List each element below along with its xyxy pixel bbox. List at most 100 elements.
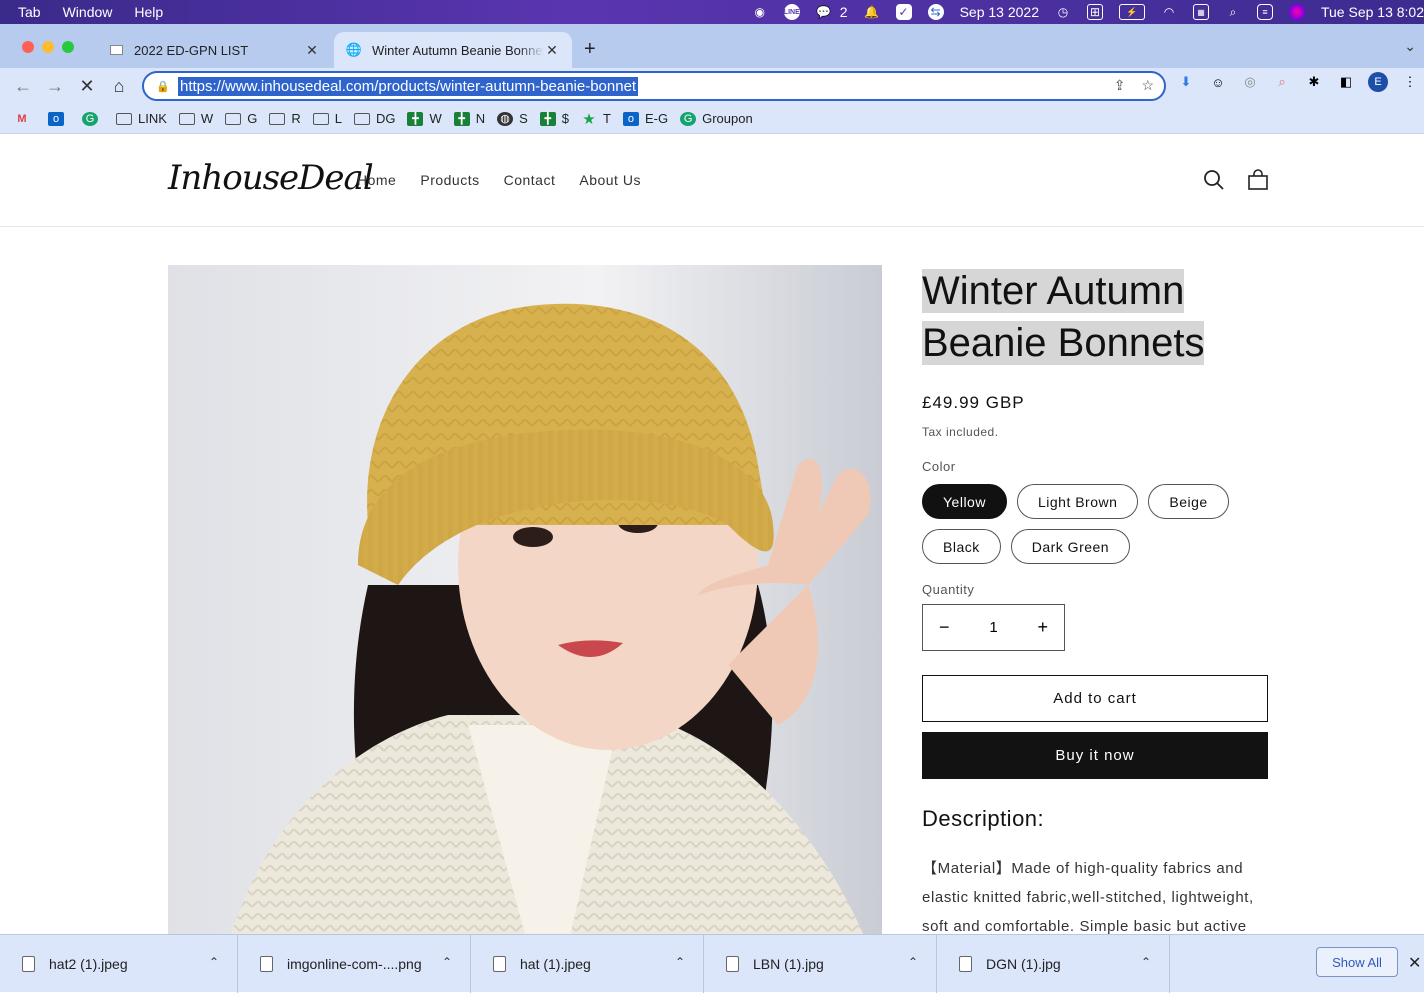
window-controls: [22, 41, 74, 53]
color-option-beige[interactable]: Beige: [1148, 484, 1229, 519]
lock-icon[interactable]: 🔒: [156, 80, 170, 93]
bookmark-s[interactable]: ◍ S: [497, 111, 528, 126]
nav-products[interactable]: Products: [420, 172, 479, 188]
spotlight-search-icon[interactable]: ⌕: [1225, 4, 1241, 20]
siri-icon[interactable]: [1288, 4, 1305, 20]
download-item[interactable]: LBN (1).jpg ⌃: [704, 935, 937, 993]
more-menu-icon[interactable]: ⋮: [1400, 72, 1420, 92]
show-all-button[interactable]: Show All: [1316, 947, 1398, 977]
color-option-yellow[interactable]: Yellow: [922, 484, 1007, 519]
close-icon[interactable]: ✕: [1408, 953, 1421, 973]
home-icon[interactable]: ⌂: [103, 70, 135, 102]
download-item[interactable]: hat2 (1).jpeg ⌃: [0, 935, 238, 993]
document-icon: [108, 42, 124, 58]
share-icon[interactable]: ⇪: [1114, 77, 1126, 94]
profile-avatar[interactable]: E: [1368, 72, 1388, 92]
control-center-icon[interactable]: ≡: [1256, 4, 1273, 20]
menu-help[interactable]: Help: [134, 4, 163, 20]
download-item[interactable]: DGN (1).jpg ⌃: [937, 935, 1170, 993]
wifi-icon[interactable]: ◠: [1161, 4, 1177, 20]
color-options: Yellow Light Brown Beige Black Dark Gree…: [922, 484, 1268, 564]
menu-tab[interactable]: Tab: [18, 4, 41, 20]
bookmark-sheet-dollar[interactable]: ╋ $: [539, 111, 569, 126]
bookmark-folder-link[interactable]: LINK: [116, 111, 167, 126]
quantity-input[interactable]: 1: [989, 619, 997, 636]
chevron-up-icon[interactable]: ⌃: [675, 955, 685, 969]
chevron-up-icon[interactable]: ⌃: [442, 955, 452, 969]
site-logo[interactable]: InhouseDeal: [168, 158, 374, 198]
tab-ed-gpn-list[interactable]: 2022 ED-GPN LIST ✕: [96, 32, 332, 68]
bookmark-star-icon[interactable]: ☆: [1141, 77, 1154, 94]
nav-about-us[interactable]: About Us: [579, 172, 641, 188]
new-tab-icon[interactable]: +: [584, 38, 596, 61]
wechat-icon[interactable]: 💬: [816, 4, 832, 20]
checkmark-app-icon[interactable]: ✓: [895, 4, 912, 20]
bookmark-e-g[interactable]: o E-G: [622, 111, 669, 126]
description-text: 【Material】Made of high-quality fabrics a…: [922, 860, 1254, 934]
forward-icon[interactable]: →: [39, 70, 71, 102]
menubar-clock[interactable]: Tue Sep 13 8:02: [1321, 4, 1424, 20]
bookmark-folder-dg[interactable]: DG: [353, 111, 395, 126]
bookmark-groupon[interactable]: G Groupon: [680, 111, 753, 126]
line-app-icon[interactable]: LINE: [783, 4, 800, 20]
bookmark-folder-w[interactable]: W: [178, 111, 213, 126]
chevron-up-icon[interactable]: ⌃: [209, 955, 219, 969]
add-to-cart-button[interactable]: Add to cart: [922, 675, 1268, 722]
bookmark-outlook[interactable]: o: [48, 111, 70, 126]
close-window-button[interactable]: [22, 41, 34, 53]
puzzle-extensions-icon[interactable]: ✱: [1304, 72, 1324, 92]
battery-icon[interactable]: ⚡: [1118, 4, 1145, 20]
circle-extension-icon[interactable]: ◎: [1240, 72, 1260, 92]
menu-window[interactable]: Window: [63, 4, 113, 20]
bookmark-sheet-n[interactable]: ╋ N: [453, 111, 485, 126]
close-tab-icon[interactable]: ✕: [544, 42, 560, 59]
product-image[interactable]: [168, 265, 882, 934]
nav-home[interactable]: Home: [357, 172, 396, 188]
bookmark-grammarly[interactable]: G: [82, 111, 104, 126]
minimize-window-button[interactable]: [42, 41, 54, 53]
color-option-light-brown[interactable]: Light Brown: [1016, 484, 1139, 519]
bookmark-label: E-G: [644, 111, 669, 126]
chevron-down-icon[interactable]: ⌄: [1404, 38, 1416, 55]
chevron-up-icon[interactable]: ⌃: [908, 955, 918, 969]
minus-icon[interactable]: −: [939, 617, 950, 638]
bookmark-t[interactable]: ★ T: [581, 110, 611, 128]
url-text[interactable]: https://www.inhousedeal.com/products/win…: [178, 76, 639, 96]
cow-app-icon[interactable]: ◉: [752, 4, 768, 20]
download-item[interactable]: imgonline-com-....png ⌃: [238, 935, 471, 993]
plus-icon[interactable]: +: [1037, 617, 1048, 638]
download-extension-icon[interactable]: ⬇: [1176, 72, 1196, 92]
tab-beanie-bonnets[interactable]: 🌐 Winter Autumn Beanie Bonnets ✕: [334, 32, 572, 68]
stop-loading-icon[interactable]: ✕: [71, 70, 103, 102]
bookmarks-bar: M o G LINK W G R L DG ╋ W ╋ N ◍ S ╋ $ ★ T o E-…: [0, 104, 1424, 134]
bookmark-folder-g[interactable]: G: [225, 111, 257, 126]
address-bar[interactable]: 🔒 https://www.inhousedeal.com/products/w…: [142, 71, 1166, 101]
close-tab-icon[interactable]: ✕: [304, 42, 320, 59]
bookmark-gmail[interactable]: M: [14, 112, 36, 126]
search-extension-icon[interactable]: ⌕: [1272, 72, 1292, 92]
product-title[interactable]: Winter Autumn Beanie Bonnets: [922, 269, 1205, 365]
side-panel-icon[interactable]: ◧: [1336, 72, 1356, 92]
avatar-extension-icon[interactable]: ☺: [1208, 72, 1228, 92]
notification-bell-icon[interactable]: 🔔: [864, 4, 880, 20]
color-option-black[interactable]: Black: [922, 529, 1001, 564]
nav-contact[interactable]: Contact: [504, 172, 556, 188]
teamviewer-icon[interactable]: ⇆: [927, 4, 944, 20]
calculator-icon[interactable]: ⊞: [1086, 4, 1103, 20]
bookmark-folder-l[interactable]: L: [312, 111, 342, 126]
cart-icon[interactable]: [1246, 168, 1270, 192]
buy-it-now-button[interactable]: Buy it now: [922, 732, 1268, 779]
star-icon: ★: [582, 110, 596, 128]
bookmark-sheet-w[interactable]: ╋ W: [407, 111, 442, 126]
bookmark-label: Groupon: [702, 111, 753, 126]
download-item[interactable]: hat (1).jpeg ⌃: [471, 935, 704, 993]
bookmark-folder-r[interactable]: R: [269, 111, 301, 126]
search-icon[interactable]: [1202, 168, 1226, 192]
chevron-up-icon[interactable]: ⌃: [1141, 955, 1151, 969]
zoom-window-button[interactable]: [62, 41, 74, 53]
back-icon[interactable]: ←: [7, 70, 39, 102]
keyboard-icon[interactable]: ▦: [1192, 4, 1209, 20]
color-option-dark-green[interactable]: Dark Green: [1010, 529, 1131, 564]
time-machine-icon[interactable]: ◷: [1055, 4, 1071, 20]
menubar-date[interactable]: Sep 13 2022: [960, 4, 1039, 20]
